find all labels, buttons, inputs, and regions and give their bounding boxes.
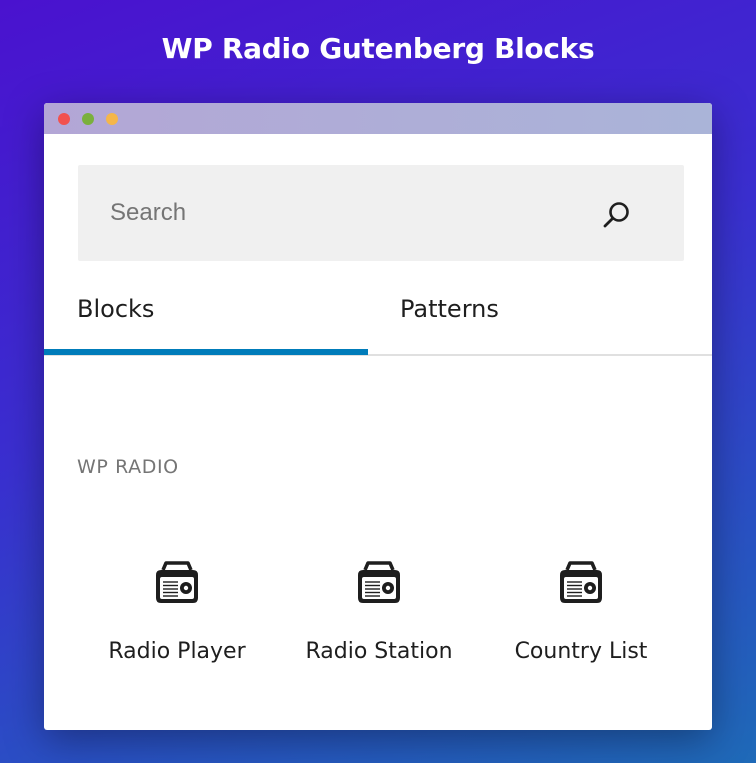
- radio-icon: [354, 560, 404, 606]
- block-country-list[interactable]: Country List: [480, 548, 682, 688]
- tab-patterns[interactable]: Patterns: [368, 293, 712, 357]
- app-window: Blocks Patterns WP RADIO Radio Player Ra…: [44, 103, 712, 730]
- tab-blocks[interactable]: Blocks: [44, 293, 368, 357]
- page-title: WP Radio Gutenberg Blocks: [161, 32, 595, 65]
- block-label: Radio Station: [305, 639, 453, 664]
- tab-blocks-label: Blocks: [77, 295, 155, 323]
- window-titlebar: [44, 103, 712, 134]
- search-box: [78, 165, 684, 261]
- close-window-button[interactable]: [58, 113, 70, 125]
- block-label: Radio Player: [108, 639, 246, 664]
- block-label: Country List: [514, 639, 648, 664]
- inserter-tabs: Blocks Patterns: [44, 293, 712, 357]
- radio-icon: [556, 560, 606, 606]
- active-tab-indicator: [44, 349, 368, 355]
- minimize-window-button[interactable]: [82, 113, 94, 125]
- block-radio-station[interactable]: Radio Station: [278, 548, 480, 688]
- block-radio-player[interactable]: Radio Player: [76, 548, 278, 688]
- search-input[interactable]: [110, 195, 590, 231]
- radio-icon: [152, 560, 202, 606]
- search-icon[interactable]: [600, 198, 634, 232]
- tab-patterns-label: Patterns: [400, 295, 499, 323]
- block-category-title: WP RADIO: [77, 456, 179, 478]
- maximize-window-button[interactable]: [106, 113, 118, 125]
